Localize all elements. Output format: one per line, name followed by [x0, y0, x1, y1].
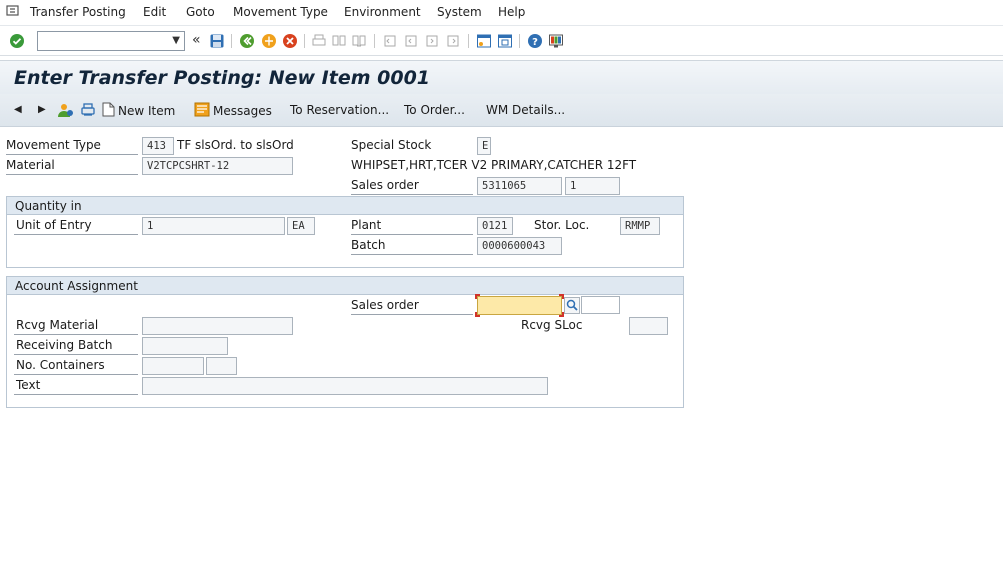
material-label: Material: [6, 158, 55, 172]
rcvg-sloc-field[interactable]: [629, 317, 668, 335]
containers-unit-field[interactable]: [206, 357, 237, 375]
new-document-icon: [102, 102, 115, 120]
menu-transfer-posting[interactable]: Transfer Posting: [30, 5, 126, 19]
focus-corner-tl: [475, 294, 480, 299]
wm-details-button[interactable]: WM Details...: [486, 103, 565, 117]
menu-system[interactable]: System: [437, 5, 482, 19]
sales-order-item-field[interactable]: 1: [565, 177, 620, 195]
to-order-button[interactable]: To Order...: [404, 103, 465, 117]
save-icon[interactable]: [208, 32, 226, 50]
unit-of-entry-field[interactable]: 1: [142, 217, 285, 235]
focus-corner-bl: [475, 312, 480, 317]
menu-environment[interactable]: Environment: [344, 5, 421, 19]
page-title: Enter Transfer Posting: New Item 0001: [14, 67, 431, 89]
material-field[interactable]: V2TCPCSHRT-12: [142, 157, 293, 175]
movement-type-label: Movement Type: [6, 138, 101, 152]
rcvg-material-field[interactable]: [142, 317, 293, 335]
print-preview-icon[interactable]: [80, 102, 96, 121]
cancel-icon[interactable]: [281, 32, 299, 50]
movement-type-underline: [6, 154, 138, 155]
sales-order-field[interactable]: 5311065: [477, 177, 562, 195]
movement-type-text: TF slsOrd. to slsOrd: [177, 138, 294, 152]
unit-of-entry-underline: [14, 234, 138, 235]
messages-icon: [194, 102, 210, 120]
collapse-icon[interactable]: «: [192, 32, 201, 48]
messages-button[interactable]: Messages: [194, 102, 272, 120]
text-underline: [14, 394, 138, 395]
quantity-group-header: Quantity in: [7, 197, 683, 215]
stor-loc-field[interactable]: RMMP: [620, 217, 660, 235]
account-sales-order-item-field[interactable]: [581, 296, 620, 314]
batch-label: Batch: [351, 238, 386, 252]
rcvg-material-label: Rcvg Material: [16, 318, 99, 332]
print-icon[interactable]: [310, 32, 328, 50]
unit-field[interactable]: EA: [287, 217, 315, 235]
containers-underline: [14, 374, 138, 375]
next-page-icon[interactable]: [423, 32, 441, 50]
material-underline: [6, 174, 138, 175]
create-session-icon[interactable]: [475, 32, 493, 50]
search-help-icon[interactable]: [564, 297, 580, 314]
find-next-icon[interactable]: [350, 32, 368, 50]
new-item-label: New Item: [118, 104, 176, 118]
svg-text:?: ?: [532, 37, 538, 48]
text-field[interactable]: [142, 377, 548, 395]
new-item-button[interactable]: New Item: [102, 102, 175, 120]
text-label: Text: [16, 378, 41, 392]
enter-icon[interactable]: [8, 32, 26, 50]
unit-of-entry-label: Unit of Entry: [16, 218, 92, 232]
customize-layout-icon[interactable]: [547, 32, 565, 50]
first-page-icon[interactable]: [381, 32, 399, 50]
batch-underline: [351, 254, 473, 255]
shortcut-icon[interactable]: [496, 32, 514, 50]
exit-icon[interactable]: [260, 32, 278, 50]
menu-edit[interactable]: Edit: [143, 5, 166, 19]
movement-type-field[interactable]: 413: [142, 137, 174, 155]
last-page-icon[interactable]: [444, 32, 462, 50]
quantity-group-title: Quantity in: [15, 199, 82, 213]
sales-order-label: Sales order: [351, 178, 419, 192]
menu-icon[interactable]: [6, 4, 20, 21]
account-sales-order-field[interactable]: [477, 296, 562, 315]
help-icon[interactable]: ?: [526, 32, 544, 50]
quantity-group: Quantity in: [6, 196, 684, 268]
menu-bar: Transfer Posting Edit Goto Movement Type…: [0, 0, 1003, 26]
sales-order-underline: [351, 194, 473, 195]
system-toolbar: ▼ « ?: [0, 26, 1003, 56]
account-assignment-header: Account Assignment: [7, 277, 683, 295]
receiving-batch-underline: [14, 354, 138, 355]
plant-field[interactable]: 0121: [477, 217, 513, 235]
account-assignment-title: Account Assignment: [15, 279, 138, 293]
previous-item-icon[interactable]: ◀: [14, 104, 22, 115]
back-icon[interactable]: [238, 32, 256, 50]
special-stock-label: Special Stock: [351, 138, 432, 152]
menu-goto[interactable]: Goto: [186, 5, 215, 19]
previous-page-icon[interactable]: [402, 32, 420, 50]
receiving-batch-field[interactable]: [142, 337, 228, 355]
special-stock-field[interactable]: E: [477, 137, 491, 155]
account-sales-order-underline: [351, 314, 473, 315]
batch-field[interactable]: 0000600043: [477, 237, 562, 255]
application-toolbar: ◀ ▶ New Item Messages To Reservation... …: [0, 94, 1003, 127]
rcvg-sloc-label: Rcvg SLoc: [521, 318, 583, 332]
account-sales-order-label: Sales order: [351, 298, 419, 312]
rcvg-material-underline: [14, 334, 138, 335]
chevron-down-icon[interactable]: ▼: [172, 35, 180, 46]
receiving-batch-label: Receiving Batch: [16, 338, 113, 352]
material-description: WHIPSET,HRT,TCER V2 PRIMARY,CATCHER 12FT: [351, 158, 637, 172]
next-item-icon[interactable]: ▶: [38, 104, 46, 115]
plant-underline: [351, 234, 473, 235]
person-icon[interactable]: [57, 102, 75, 121]
title-bar: Enter Transfer Posting: New Item 0001: [0, 60, 1003, 94]
messages-label: Messages: [213, 104, 272, 118]
find-icon[interactable]: [330, 32, 348, 50]
containers-field[interactable]: [142, 357, 204, 375]
plant-label: Plant: [351, 218, 382, 232]
menu-help[interactable]: Help: [498, 5, 525, 19]
command-field[interactable]: ▼: [37, 31, 185, 51]
stor-loc-label: Stor. Loc.: [534, 218, 590, 232]
menu-movement-type[interactable]: Movement Type: [233, 5, 328, 19]
containers-label: No. Containers: [16, 358, 105, 372]
to-reservation-button[interactable]: To Reservation...: [290, 103, 389, 117]
